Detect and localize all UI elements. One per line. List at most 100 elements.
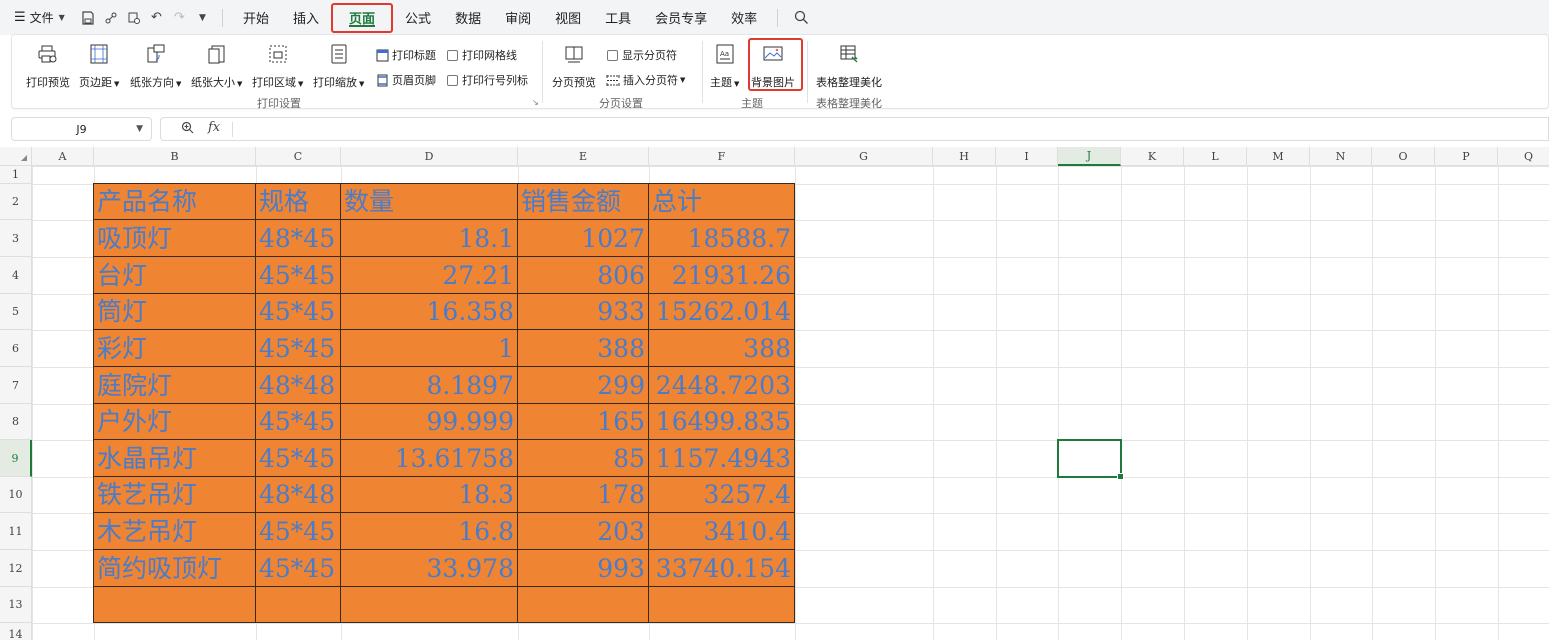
beautify-table-button[interactable]: 表格整理美化 xyxy=(816,35,882,90)
table-cell[interactable] xyxy=(649,587,795,623)
table-header-cell[interactable]: 数量 xyxy=(341,184,518,220)
column-header-o[interactable]: O xyxy=(1372,147,1435,166)
table-cell[interactable]: 1157.4943 xyxy=(649,440,795,477)
redo-icon[interactable]: ↷ xyxy=(168,7,191,29)
table-cell[interactable]: 99.999 xyxy=(341,404,518,440)
table-cell[interactable]: 85 xyxy=(518,440,649,477)
row-header-14[interactable]: 14 xyxy=(0,623,32,640)
table-cell[interactable]: 庭院灯 xyxy=(94,367,256,404)
table-cell[interactable]: 13.61758 xyxy=(341,440,518,477)
table-cell[interactable]: 165 xyxy=(518,404,649,440)
table-cell[interactable]: 吸顶灯 xyxy=(94,220,256,257)
column-header-b[interactable]: B xyxy=(94,147,256,166)
table-header-cell[interactable]: 产品名称 xyxy=(94,184,256,220)
table-cell[interactable]: 3257.4 xyxy=(649,477,795,513)
row-header-6[interactable]: 6 xyxy=(0,330,32,367)
table-cell[interactable]: 18.1 xyxy=(341,220,518,257)
print-preview-icon[interactable] xyxy=(122,7,145,29)
search-icon[interactable] xyxy=(786,3,816,33)
row-header-12[interactable]: 12 xyxy=(0,550,32,587)
row-header-2[interactable]: 2 xyxy=(0,184,32,220)
save-icon[interactable] xyxy=(76,7,99,29)
column-header-e[interactable]: E xyxy=(518,147,649,166)
customize-toolbar-icon[interactable]: ▼ xyxy=(191,7,214,29)
column-header-n[interactable]: N xyxy=(1310,147,1372,166)
table-cell[interactable] xyxy=(518,587,649,623)
table-cell[interactable]: 3410.4 xyxy=(649,513,795,550)
table-cell[interactable]: 203 xyxy=(518,513,649,550)
table-cell[interactable]: 16.8 xyxy=(341,513,518,550)
margins-button[interactable]: 页边距 ▼ xyxy=(79,35,119,90)
table-cell[interactable]: 2448.7203 xyxy=(649,367,795,404)
print-area-button[interactable]: 打印区域 ▼ xyxy=(252,35,303,90)
table-cell[interactable]: 8.1897 xyxy=(341,367,518,404)
table-cell[interactable]: 简约吸顶灯 xyxy=(94,550,256,587)
table-cell[interactable]: 15262.014 xyxy=(649,294,795,330)
checkbox-box[interactable] xyxy=(447,49,458,61)
table-cell[interactable]: 299 xyxy=(518,367,649,404)
column-header-g[interactable]: G xyxy=(795,147,933,166)
table-cell[interactable]: 48*48 xyxy=(256,367,341,404)
table-cell[interactable]: 45*45 xyxy=(256,440,341,477)
tab-home[interactable]: 开始 xyxy=(231,3,281,33)
table-cell[interactable]: 16.358 xyxy=(341,294,518,330)
print-scale-button[interactable]: 打印缩放 ▼ xyxy=(313,35,364,90)
column-header-a[interactable]: A xyxy=(32,147,94,166)
insert-pagebreak-button[interactable]: 插入分页符 ▼ xyxy=(606,72,685,88)
row-header-1[interactable]: 1 xyxy=(0,166,32,184)
table-cell[interactable]: 45*45 xyxy=(256,513,341,550)
table-cell[interactable]: 993 xyxy=(518,550,649,587)
table-cell[interactable]: 水晶吊灯 xyxy=(94,440,256,477)
fx-icon[interactable]: fx xyxy=(208,120,220,135)
column-header-j[interactable]: J xyxy=(1058,147,1121,166)
table-cell[interactable]: 933 xyxy=(518,294,649,330)
share-icon[interactable] xyxy=(99,7,122,29)
theme-button[interactable]: Aa 主题 ▼ xyxy=(710,35,739,90)
header-footer-button[interactable]: 页眉页脚 xyxy=(375,72,436,88)
tab-page[interactable]: 页面 xyxy=(331,2,394,33)
column-header-d[interactable]: D xyxy=(341,147,518,166)
pagebreak-preview-button[interactable]: 分页预览 xyxy=(552,35,596,90)
table-cell[interactable]: 388 xyxy=(518,330,649,367)
table-cell[interactable]: 48*48 xyxy=(256,477,341,513)
print-row-col-headers-checkbox[interactable]: 打印行号列标 xyxy=(447,72,528,88)
row-header-7[interactable]: 7 xyxy=(0,367,32,404)
table-cell[interactable]: 户外灯 xyxy=(94,404,256,440)
column-header-q[interactable]: Q xyxy=(1498,147,1549,166)
row-header-9[interactable]: 9 xyxy=(0,440,32,477)
table-cell[interactable]: 48*45 xyxy=(256,220,341,257)
table-cell[interactable]: 筒灯 xyxy=(94,294,256,330)
table-cell[interactable]: 45*45 xyxy=(256,330,341,367)
row-header-5[interactable]: 5 xyxy=(0,294,32,330)
column-header-f[interactable]: F xyxy=(649,147,795,166)
dialog-launcher-icon[interactable]: ↘ xyxy=(532,98,539,107)
table-cell[interactable]: 21931.26 xyxy=(649,257,795,294)
table-cell[interactable]: 1027 xyxy=(518,220,649,257)
column-header-c[interactable]: C xyxy=(256,147,341,166)
name-box[interactable]: J9 ▼ xyxy=(11,117,152,141)
zoom-icon[interactable] xyxy=(181,121,194,137)
tab-tools[interactable]: 工具 xyxy=(593,3,643,33)
checkbox-box[interactable] xyxy=(447,74,458,86)
print-titles-button[interactable]: 打印标题 xyxy=(375,47,436,63)
undo-icon[interactable]: ↶ xyxy=(145,7,168,29)
tab-review[interactable]: 审阅 xyxy=(493,3,543,33)
chevron-down-icon[interactable]: ▼ xyxy=(136,124,143,134)
table-cell[interactable]: 388 xyxy=(649,330,795,367)
row-header-13[interactable]: 13 xyxy=(0,587,32,623)
table-cell[interactable]: 16499.835 xyxy=(649,404,795,440)
row-header-11[interactable]: 11 xyxy=(0,513,32,550)
table-cell[interactable]: 27.21 xyxy=(341,257,518,294)
tab-view[interactable]: 视图 xyxy=(543,3,593,33)
file-menu[interactable]: ☰ 文件 ▼ xyxy=(0,0,76,35)
tab-data[interactable]: 数据 xyxy=(443,3,493,33)
table-cell[interactable]: 铁艺吊灯 xyxy=(94,477,256,513)
table-cell[interactable]: 彩灯 xyxy=(94,330,256,367)
row-header-3[interactable]: 3 xyxy=(0,220,32,257)
spreadsheet-grid[interactable]: A B C D E F G H I J K L M N O P Q 1 2 3 4 5 6 7 8 9 10 11 12 13 14 产品名称… xyxy=(0,147,1549,640)
select-all-corner[interactable] xyxy=(0,147,32,166)
table-cell[interactable]: 45*45 xyxy=(256,257,341,294)
column-header-i[interactable]: I xyxy=(996,147,1058,166)
show-pagebreaks-checkbox[interactable]: 显示分页符 xyxy=(607,47,677,63)
orientation-button[interactable]: 纸张方向 ▼ xyxy=(130,35,181,90)
